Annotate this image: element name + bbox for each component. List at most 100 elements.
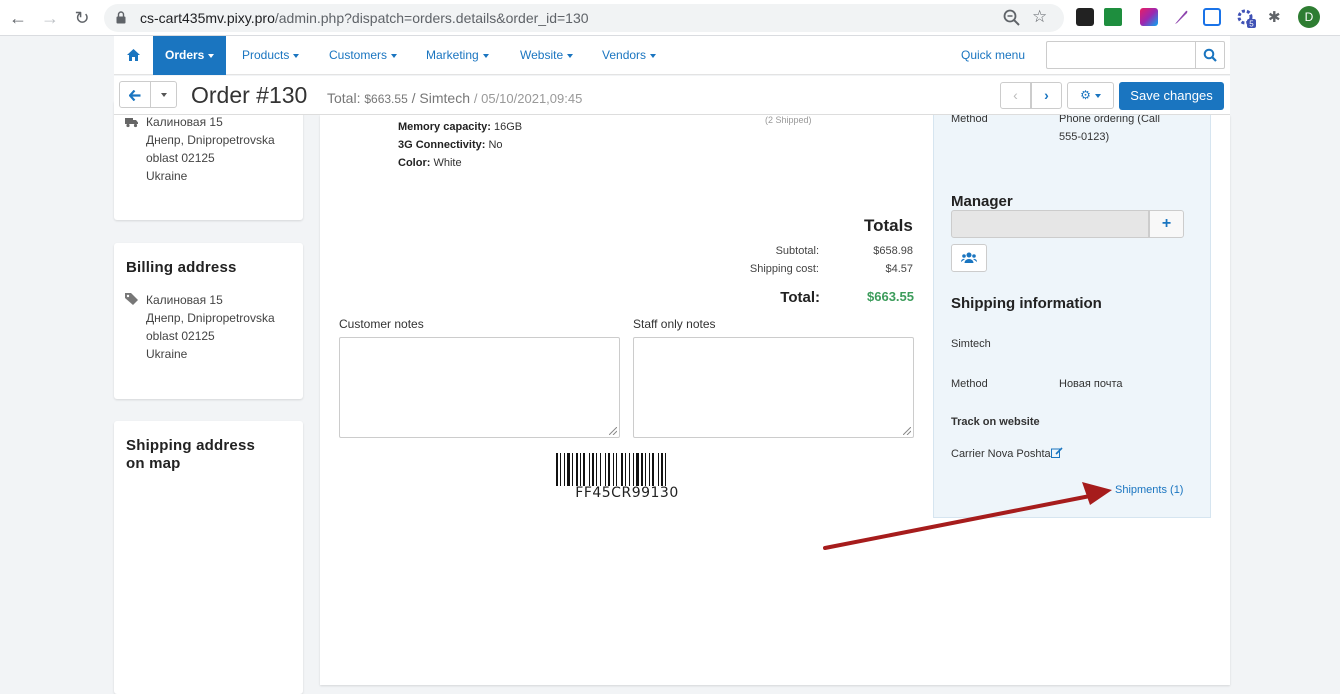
zoom-icon[interactable] (1002, 8, 1022, 28)
carrier-line: Carrier Nova Poshta (951, 445, 1063, 463)
feather-extension-icon[interactable] (1172, 8, 1190, 26)
bookmark-star-icon[interactable]: ☆ (1032, 7, 1047, 27)
manager-select-field[interactable] (951, 210, 1149, 238)
barcode-bar (592, 453, 594, 486)
browser-toolbar: ← → ↻ cs-cart435mv.pixy.pro/admin.php?di… (0, 0, 1340, 36)
nav-vendors[interactable]: Vendors (602, 36, 657, 75)
barcode-bar (636, 453, 639, 486)
product-spec: Memory capacity: 16GB (398, 121, 522, 133)
barcode-bar (633, 453, 634, 486)
select-users-button[interactable] (951, 244, 987, 272)
chevron-down-icon (1094, 93, 1101, 98)
url-host: cs-cart435mv.pixy.pro (140, 10, 275, 26)
mail-extension-icon[interactable] (1104, 8, 1122, 26)
back-arrow-icon[interactable]: ← (6, 6, 30, 30)
gear-extension-icon[interactable]: 5 (1236, 8, 1256, 29)
chevron-right-icon: › (1044, 87, 1049, 103)
nav-products[interactable]: Products (242, 36, 300, 75)
selenium-extension-icon[interactable] (1076, 8, 1094, 26)
chevron-down-icon (160, 93, 167, 98)
manager-title: Manager (951, 193, 1013, 210)
payment-method-line: 555-0123) (1059, 131, 1110, 143)
reload-icon[interactable]: ↻ (70, 6, 94, 30)
nav-products-label: Products (242, 48, 290, 62)
shipping-address-panel: Калиновая 15 Днепр, Dnipropetrovska obla… (114, 100, 303, 220)
search-icon (1203, 48, 1217, 62)
back-button[interactable] (119, 81, 151, 108)
barcode-bar (616, 453, 617, 486)
chevron-down-icon (391, 53, 398, 58)
forward-arrow-icon[interactable]: → (38, 6, 62, 30)
address-line: Калиновая 15 (146, 293, 223, 307)
barcode-bar (652, 453, 654, 486)
resize-handle-icon[interactable] (903, 427, 911, 435)
barcode-bar (621, 453, 623, 486)
gear-icon: ⚙ (1080, 88, 1091, 102)
nav-orders-label: Orders (165, 48, 205, 62)
barcode-bar (613, 453, 614, 486)
staff-notes-label: Staff only notes (633, 317, 716, 331)
previous-order-button[interactable]: ‹ (1000, 82, 1031, 109)
chevron-down-icon (650, 53, 657, 58)
shipping-address-text: Калиновая 15 Днепр, Dnipropetrovska obla… (146, 113, 275, 185)
barcode-bar (625, 453, 626, 486)
product-spec: Color: White (398, 157, 462, 169)
nav-orders[interactable]: Orders (153, 36, 227, 75)
spec-value: White (433, 157, 462, 169)
profile-avatar[interactable]: D (1298, 6, 1320, 28)
next-order-button[interactable]: › (1031, 82, 1062, 109)
shipping-cost-label: Shipping cost: (749, 263, 819, 275)
address-bar[interactable]: cs-cart435mv.pixy.pro/admin.php?dispatch… (104, 4, 1064, 32)
customer-notes-textarea[interactable] (339, 337, 620, 438)
settings-dropdown-button[interactable]: ⚙ (1067, 82, 1114, 109)
barcode-bar (596, 453, 597, 486)
address-line: Днепр, Dnipropetrovska (146, 311, 275, 325)
color-extension-icon[interactable] (1140, 8, 1158, 26)
order-meta: Total: $663.55 / Simtech / 05/10/2021,09… (327, 90, 582, 106)
staff-notes-textarea[interactable] (633, 337, 914, 438)
shipments-link[interactable]: Shipments (1) (1115, 484, 1183, 496)
nav-customers[interactable]: Customers (329, 36, 398, 75)
barcode-bar (665, 453, 666, 486)
spec-label: 3G Connectivity: (398, 139, 486, 151)
save-changes-button[interactable]: Save changes (1119, 82, 1224, 110)
back-dropdown-button[interactable] (150, 81, 177, 108)
nav-marketing[interactable]: Marketing (426, 36, 489, 75)
address-line: oblast 02125 (146, 151, 215, 165)
shipping-method-label: Method (951, 378, 988, 390)
order-meta-separator: / (411, 90, 416, 106)
spec-label: Color: (398, 157, 431, 169)
resize-handle-icon[interactable] (609, 427, 617, 435)
home-icon[interactable] (114, 36, 153, 75)
address-line: Ukraine (146, 169, 188, 183)
search-button[interactable] (1195, 41, 1225, 69)
chevron-down-icon (482, 53, 489, 58)
payment-method-value: Phone ordering (Call 555-0123) (1059, 110, 1160, 146)
truck-icon (125, 118, 138, 128)
tag-icon (125, 293, 138, 305)
nav-website[interactable]: Website (520, 36, 574, 75)
barcode-bar (589, 453, 590, 486)
barcode-bar (649, 453, 650, 486)
barcode-bar (564, 453, 565, 486)
quick-menu-link[interactable]: Quick menu (961, 48, 1025, 62)
nav-marketing-label: Marketing (426, 48, 479, 62)
edit-icon[interactable] (1050, 447, 1063, 458)
shipping-info-title: Shipping information (951, 295, 1102, 312)
puzzle-extensions-icon[interactable]: ✱ (1268, 8, 1286, 26)
shipped-note: (2 Shipped) (765, 115, 812, 125)
admin-search-input[interactable] (1046, 41, 1196, 69)
shipping-method-value: Новая почта (1059, 378, 1123, 390)
chevron-left-icon: ‹ (1013, 87, 1018, 103)
barcode-bar (641, 453, 643, 486)
barcode-bar (605, 453, 606, 486)
barcode-bar (580, 453, 581, 486)
barcode-bar (572, 453, 573, 486)
chevron-down-icon (567, 53, 574, 58)
add-manager-button[interactable]: + (1149, 210, 1184, 238)
map-title-line: on map (126, 455, 181, 472)
screenshot-extension-icon[interactable] (1203, 8, 1221, 26)
extension-badge-count: 5 (1249, 20, 1254, 29)
order-total-value: $663.55 (364, 92, 408, 106)
barcode-bar (576, 453, 578, 486)
